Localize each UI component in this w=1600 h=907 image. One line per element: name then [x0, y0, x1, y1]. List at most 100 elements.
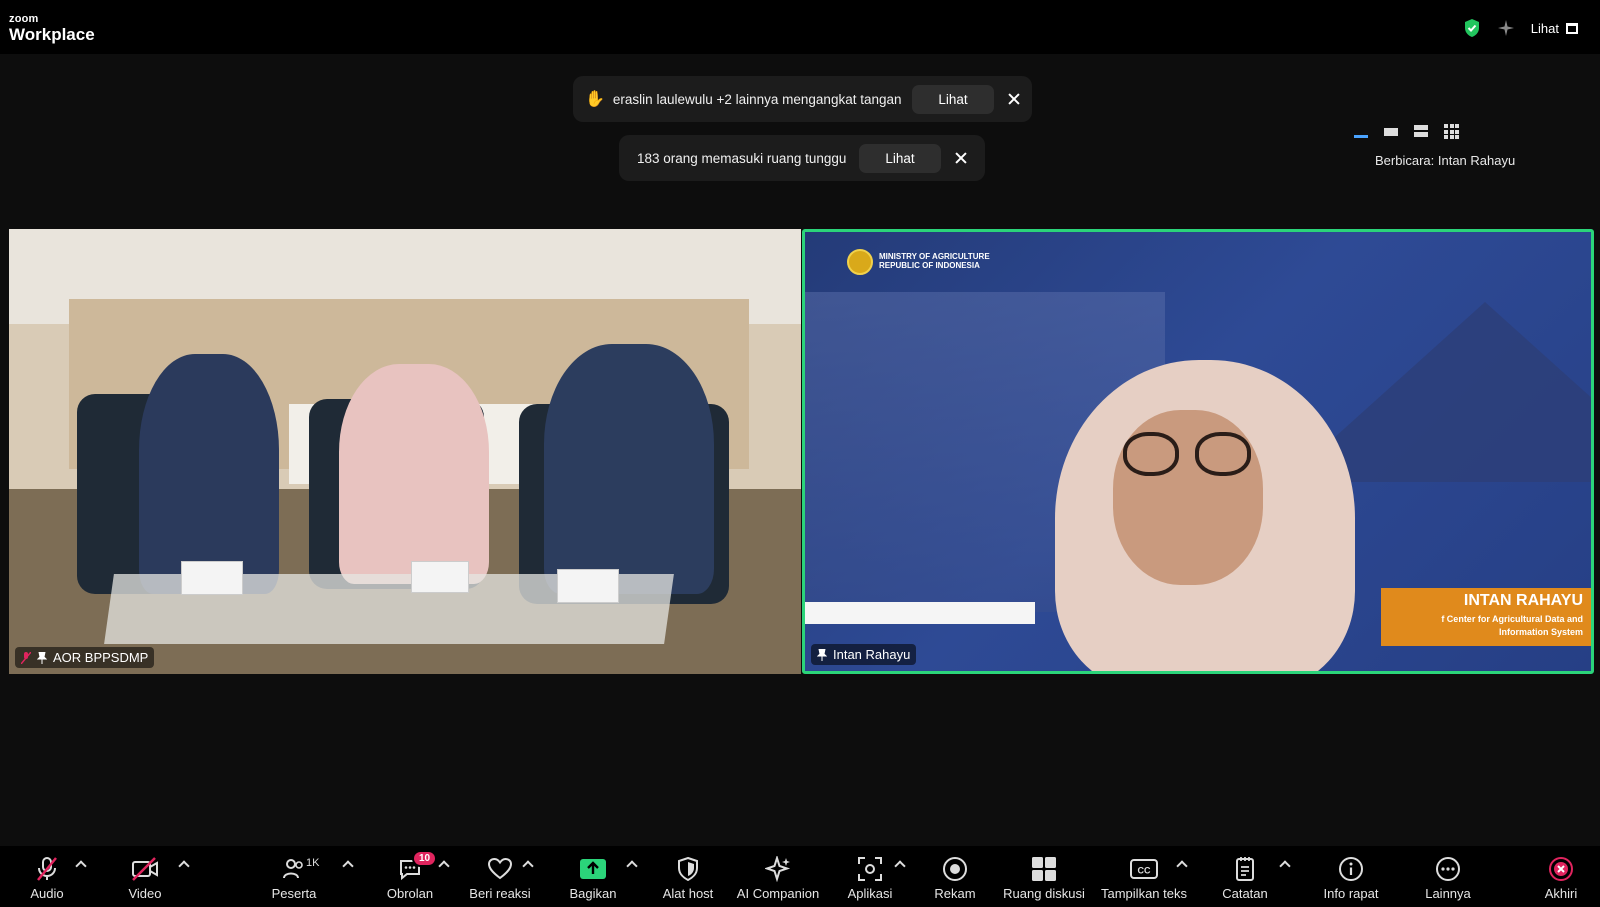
raised-hand-notification: ✋ eraslin laulewulu +2 lainnya mengangka…	[573, 76, 1032, 122]
layout-switcher	[1354, 124, 1460, 139]
layout-strip-icon[interactable]	[1414, 124, 1430, 138]
participants-options-chevron-icon[interactable]	[342, 860, 354, 872]
speaker-person	[995, 360, 1395, 671]
audio-label: Audio	[30, 886, 64, 901]
chat-button[interactable]: 10 Obrolan	[382, 846, 438, 907]
end-meeting-button[interactable]: Akhiri	[1538, 846, 1584, 907]
record-label: Rekam	[934, 886, 976, 901]
share-label: Bagikan	[569, 886, 617, 901]
more-label: Lainnya	[1425, 886, 1471, 901]
svg-text:CC: CC	[1138, 866, 1151, 876]
raised-hand-icon: ✋	[585, 91, 605, 108]
microphone-muted-icon	[37, 857, 57, 881]
box	[181, 561, 243, 595]
info-icon	[1339, 857, 1363, 881]
notes-options-chevron-icon[interactable]	[1279, 860, 1291, 872]
active-speaker-label: Berbicara: Intan Rahayu	[1375, 153, 1516, 168]
breakout-rooms-button[interactable]: Ruang diskusi	[1000, 846, 1088, 907]
participants-icon	[283, 859, 303, 879]
chat-label: Obrolan	[386, 886, 434, 901]
notes-icon	[1236, 857, 1254, 881]
lower-third-name: INTAN RAHAYU	[1463, 592, 1583, 609]
camera-off-icon	[132, 857, 158, 881]
video-button[interactable]: Video	[120, 846, 170, 907]
host-tools-button[interactable]: Alat host	[662, 846, 714, 907]
share-button[interactable]: Bagikan	[568, 846, 618, 907]
audio-button[interactable]: Audio	[22, 846, 72, 907]
box	[411, 561, 469, 593]
person	[544, 344, 714, 594]
view-label: Lihat	[1530, 20, 1559, 36]
box	[557, 569, 619, 603]
notification-text: eraslin laulewulu +2 lainnya mengangkat …	[612, 91, 902, 107]
close-icon[interactable]	[955, 152, 967, 164]
video-label: Video	[128, 886, 162, 901]
participant-name-tag: AOR BPPSDMP	[15, 647, 155, 668]
audio-options-chevron-icon[interactable]	[75, 860, 87, 872]
ministry-logo: MINISTRY OF AGRICULTURE REPUBLIC OF INDO…	[847, 249, 990, 275]
lower-third-role: f Center for Agricultural Data and Infor…	[1441, 613, 1583, 638]
video-tile-aor[interactable]: AOR BPPSDMP	[9, 229, 801, 674]
notification-text: 183 orang memasuki ruang tunggu	[637, 150, 847, 166]
ai-companion-button[interactable]: AI Companion	[735, 846, 821, 907]
layout-single-icon[interactable]	[1354, 124, 1370, 138]
glasses-right	[1195, 432, 1251, 476]
end-meeting-label: Akhiri	[1544, 886, 1578, 901]
participants-label: Peserta	[271, 886, 317, 901]
apps-button[interactable]: Aplikasi	[842, 846, 898, 907]
record-icon	[943, 857, 967, 881]
breakout-rooms-label: Ruang diskusi	[1003, 886, 1085, 901]
ministry-line-2: REPUBLIC OF INDONESIA	[879, 261, 980, 270]
record-button[interactable]: Rekam	[930, 846, 980, 907]
apps-label: Aplikasi	[847, 886, 893, 901]
top-bar: zoom Workplace Lihat	[0, 0, 1600, 54]
video-tile-intan-rahayu[interactable]: MINISTRY OF AGRICULTURE REPUBLIC OF INDO…	[802, 229, 1594, 674]
person	[139, 354, 279, 594]
notes-label: Catatan	[1222, 886, 1268, 901]
close-icon[interactable]	[1008, 93, 1020, 105]
glasses-left	[1123, 432, 1179, 476]
waiting-room-notification: 183 orang memasuki ruang tunggu Lihat	[619, 135, 985, 181]
chat-options-chevron-icon[interactable]	[438, 860, 450, 872]
meeting-info-label: Info rapat	[1323, 886, 1379, 901]
chat-unread-badge: 10	[412, 850, 438, 867]
ai-companion-sparkle-icon	[765, 856, 791, 882]
layout-gallery-icon[interactable]	[1444, 124, 1460, 139]
heart-icon	[487, 857, 513, 880]
captions-button[interactable]: CC Tampilkan teks	[1098, 846, 1190, 907]
meeting-toolbar: Audio Video 1K Peserta 10 Obrolan Beri r…	[0, 846, 1600, 907]
view-waiting-room-button[interactable]: Lihat	[859, 143, 941, 173]
participant-name-tag: Intan Rahayu	[811, 644, 917, 665]
notes-button[interactable]: Catatan	[1220, 846, 1270, 907]
breakout-grid-icon	[1032, 857, 1056, 881]
reactions-label: Beri reaksi	[469, 886, 531, 901]
layout-speaker-icon[interactable]	[1384, 124, 1400, 138]
participant-name: AOR BPPSDMP	[53, 650, 149, 665]
security-shield-icon[interactable]	[1463, 18, 1481, 38]
role-line-2: Information System	[1498, 626, 1583, 637]
view-hands-button[interactable]: Lihat	[912, 84, 994, 114]
muted-mic-icon	[21, 651, 31, 664]
video-options-chevron-icon[interactable]	[178, 860, 190, 872]
reactions-button[interactable]: Beri reaksi	[468, 846, 532, 907]
brand-small: zoom	[9, 13, 39, 25]
more-button[interactable]: Lainnya	[1420, 846, 1476, 907]
participants-count: 1K	[306, 857, 320, 869]
ministry-seal-icon	[847, 249, 873, 275]
person	[339, 364, 489, 584]
participants-button[interactable]: 1K Peserta	[266, 846, 322, 907]
share-options-chevron-icon[interactable]	[626, 860, 638, 872]
meeting-info-button[interactable]: Info rapat	[1318, 846, 1384, 907]
pin-icon	[817, 648, 827, 661]
view-button[interactable]: Lihat	[1531, 21, 1578, 36]
participant-name: Intan Rahayu	[833, 647, 911, 662]
zoom-logo: zoom Workplace	[9, 13, 95, 44]
captions-label: Tampilkan teks	[1101, 886, 1187, 901]
ai-sparkle-icon[interactable]	[1497, 19, 1515, 37]
brand-big: Workplace	[9, 25, 95, 44]
pin-icon	[37, 651, 47, 664]
more-dots-icon	[1436, 857, 1460, 881]
calendar-grid-icon	[1566, 22, 1578, 34]
role-line-1: f Center for Agricultural Data and	[1441, 614, 1583, 624]
end-x-icon	[1549, 857, 1573, 881]
